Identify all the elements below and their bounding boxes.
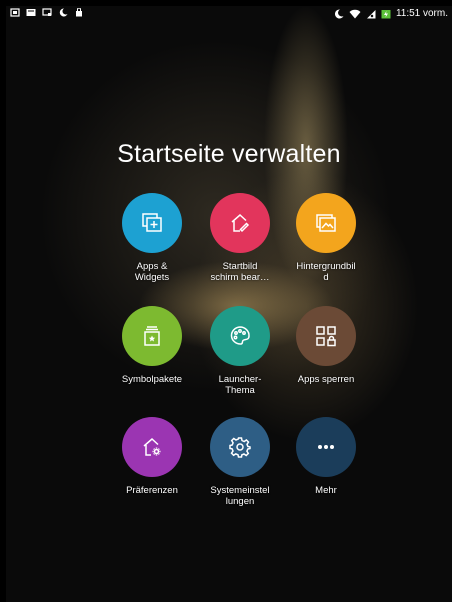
home-screen: 11:51 vorm. Startseite verwalten Apps & …: [6, 6, 452, 602]
palette-icon: [230, 326, 250, 345]
system-settings-icon: [229, 437, 251, 458]
system-settings-circle: [210, 417, 270, 477]
menu-grid: Apps & Widgets Startbild schirm bear… Hi…: [6, 6, 452, 602]
lock-apps-button[interactable]: Apps sperren: [276, 306, 376, 385]
more-label: Mehr: [315, 485, 337, 496]
apps-widgets-circle: [122, 193, 182, 253]
app-lock-icon: [316, 326, 336, 347]
edit-home-screen-button[interactable]: Startbild schirm bear…: [190, 193, 290, 283]
preferences-button[interactable]: Präferenzen: [102, 417, 202, 496]
lock-apps-circle: [296, 306, 356, 366]
apps-widgets-icon: [142, 213, 162, 232]
launcher-theme-circle: [210, 306, 270, 366]
apps-widgets-button[interactable]: Apps & Widgets: [102, 193, 202, 283]
edit-home-circle: [210, 193, 270, 253]
preferences-label: Präferenzen: [126, 485, 178, 496]
preferences-icon: [143, 437, 161, 456]
wallpaper-button[interactable]: Hintergrundbil d: [276, 193, 376, 283]
preferences-circle: [122, 417, 182, 477]
launcher-theme-label: Launcher- Thema: [218, 374, 262, 396]
edit-home-icon: [231, 213, 250, 233]
icon-packs-label: Symbolpakete: [121, 374, 183, 385]
system-settings-button[interactable]: Systemeinstel lungen: [190, 417, 290, 507]
icon-packs-button[interactable]: Symbolpakete: [102, 306, 202, 385]
more-icon: [318, 445, 334, 449]
wallpaper-icon: [316, 214, 336, 232]
more-button[interactable]: Mehr: [276, 417, 376, 496]
icon-packs-circle: [122, 306, 182, 366]
icon-pack-icon: [144, 326, 160, 346]
more-circle: [296, 417, 356, 477]
edit-home-label: Startbild schirm bear…: [210, 261, 270, 283]
apps-widgets-label: Apps & Widgets: [134, 261, 170, 283]
launcher-theme-button[interactable]: Launcher- Thema: [190, 306, 290, 396]
wallpaper-label: Hintergrundbil d: [296, 261, 356, 283]
system-settings-label: Systemeinstel lungen: [210, 485, 270, 507]
lock-apps-label: Apps sperren: [297, 374, 355, 385]
wallpaper-circle: [296, 193, 356, 253]
